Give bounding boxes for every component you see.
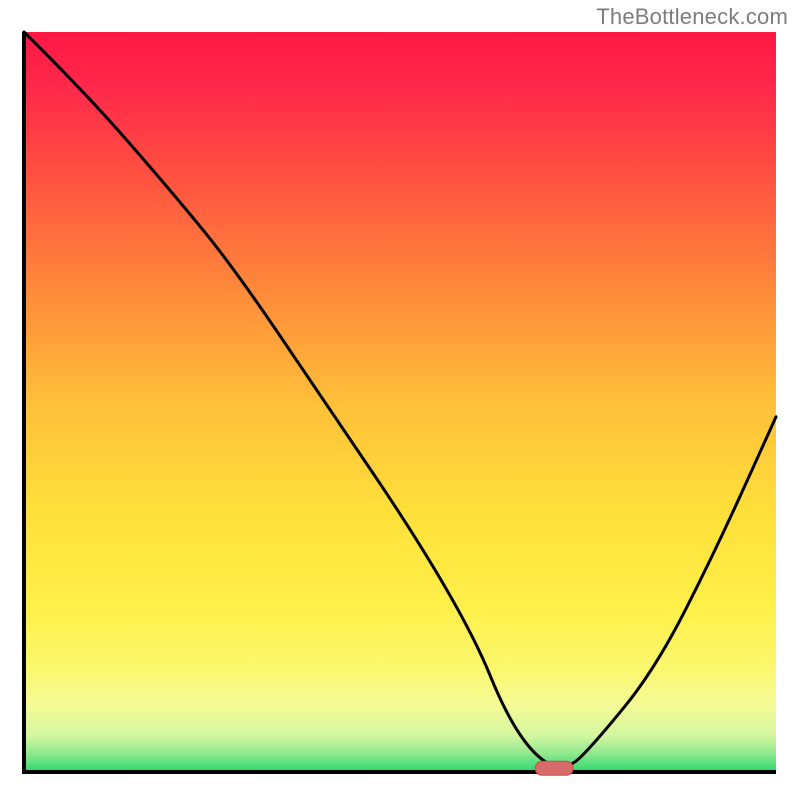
bottleneck-chart [0, 0, 800, 800]
attribution-label: TheBottleneck.com [596, 4, 788, 30]
gradient-background [24, 32, 776, 772]
chart-svg [0, 0, 800, 800]
optimal-marker [535, 761, 573, 775]
